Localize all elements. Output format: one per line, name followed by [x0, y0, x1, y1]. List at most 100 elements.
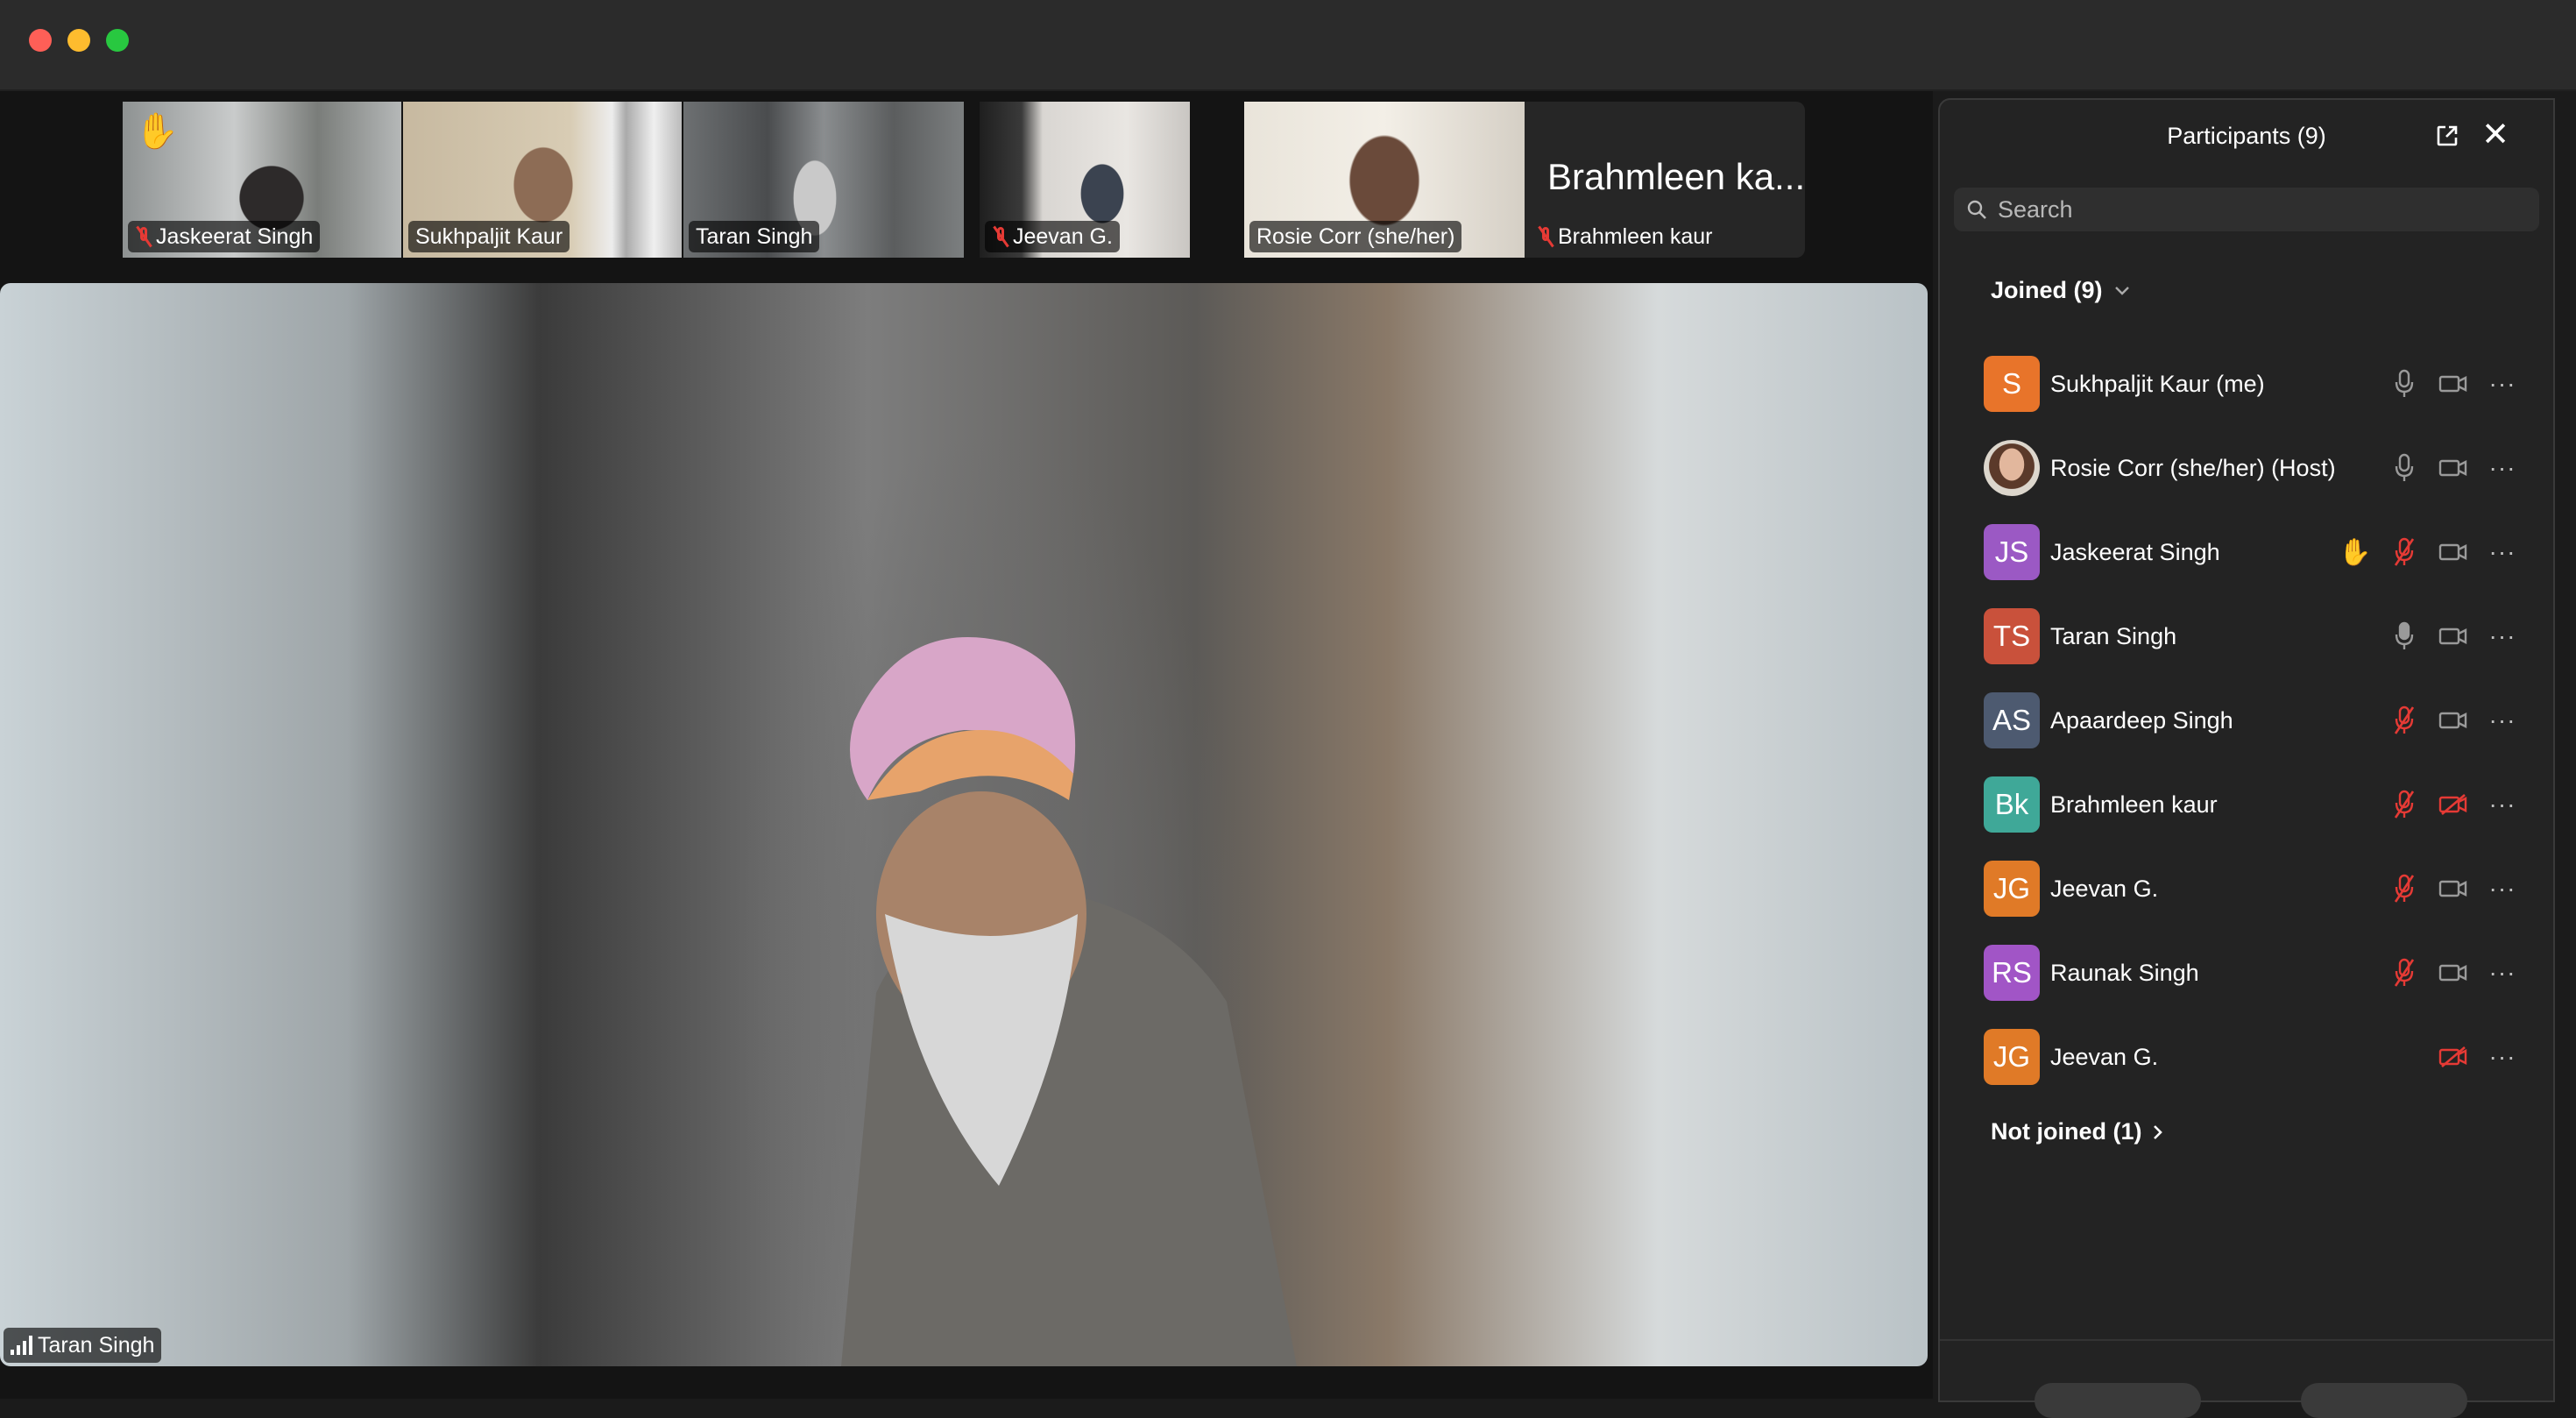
participant-name: Jeevan G.: [1013, 224, 1113, 249]
chevron-right-icon: [2154, 1124, 2163, 1139]
avatar: S: [1984, 356, 2040, 412]
tile-name-label: Taran Singh: [689, 221, 820, 252]
mic-muted-icon[interactable]: [2380, 955, 2429, 990]
thumbnail-tile-active-speaker[interactable]: Taran Singh: [683, 102, 964, 258]
mic-muted-icon[interactable]: [2380, 787, 2429, 822]
video-off-icon[interactable]: [2429, 787, 2478, 822]
participant-row[interactable]: TS Taran Singh ···: [1984, 594, 2527, 678]
participant-row[interactable]: RS Raunak Singh ···: [1984, 931, 2527, 1015]
video-camera-icon[interactable]: [2429, 450, 2478, 486]
microphone-icon[interactable]: [2380, 450, 2429, 486]
close-panel-button[interactable]: ✕: [2481, 118, 2509, 152]
avatar: [1984, 440, 2040, 496]
more-options-icon[interactable]: ···: [2478, 619, 2527, 654]
hand-slot: [2331, 955, 2380, 990]
more-options-icon[interactable]: ···: [2478, 366, 2527, 401]
not-joined-label: Not joined (1): [1991, 1118, 2142, 1145]
panel-title: Participants (9): [2167, 123, 2326, 149]
more-options-icon[interactable]: ···: [2478, 703, 2527, 738]
video-off-icon[interactable]: [2429, 1039, 2478, 1074]
participant-controls: ···: [2331, 1015, 2527, 1099]
participant-controls: ···: [2331, 762, 2527, 847]
minimize-window-button[interactable]: [67, 29, 90, 52]
raised-hand-icon: ✋: [2339, 537, 2372, 567]
panel-footer-divider: [1940, 1339, 2553, 1341]
fullscreen-window-button[interactable]: [106, 29, 129, 52]
participant-name: Sukhpaljit Kaur (me): [2050, 370, 2265, 397]
search-input[interactable]: [1996, 195, 2490, 224]
avatar: JS: [1984, 524, 2040, 580]
participant-controls: ···: [2331, 342, 2527, 426]
video-camera-icon[interactable]: [2429, 871, 2478, 906]
joined-section-toggle[interactable]: Joined (9): [1991, 277, 2131, 304]
more-options-icon[interactable]: ···: [2478, 787, 2527, 822]
participant-row[interactable]: JG Jeevan G. ···: [1984, 1015, 2527, 1099]
more-options-icon[interactable]: ···: [2478, 450, 2527, 486]
participant-display-name: Brahmleen ka...: [1547, 156, 1805, 197]
thumbnail-tile[interactable]: ✋ Jaskeerat Singh: [123, 102, 401, 258]
more-options-icon[interactable]: ···: [2478, 871, 2527, 906]
hand-slot: [2331, 787, 2380, 822]
hand-slot: [2331, 450, 2380, 486]
participant-name: Jaskeerat Singh: [156, 224, 314, 249]
participant-name: Jeevan G.: [2050, 875, 2159, 902]
popout-icon[interactable]: [2436, 124, 2459, 147]
participant-row[interactable]: JG Jeevan G. ···: [1984, 847, 2527, 931]
avatar: AS: [1984, 692, 2040, 748]
participant-row[interactable]: Rosie Corr (she/her) (Host) ···: [1984, 426, 2527, 510]
avatar: JG: [1984, 861, 2040, 917]
tile-name-label: Jeevan G.: [985, 221, 1120, 252]
tile-name-label: Sukhpaljit Kaur: [408, 221, 570, 252]
chevron-down-icon: [2114, 286, 2129, 295]
window-titlebar: [0, 0, 2576, 91]
participant-row[interactable]: Bk Brahmleen kaur ···: [1984, 762, 2527, 847]
mic-slot: [2380, 1039, 2429, 1074]
hand-slot: [2331, 1039, 2380, 1074]
search-icon: [1967, 200, 1986, 219]
not-joined-section-toggle[interactable]: Not joined (1): [1991, 1118, 2164, 1145]
microphone-icon[interactable]: [2380, 619, 2429, 654]
participant-name: Taran Singh: [696, 224, 813, 249]
more-options-icon[interactable]: ···: [2478, 955, 2527, 990]
mic-muted-icon[interactable]: [2380, 871, 2429, 906]
participant-row[interactable]: S Sukhpaljit Kaur (me) ···: [1984, 342, 2527, 426]
thumbnail-tile-no-video[interactable]: Brahmleen ka... Brahmleen kaur: [1525, 102, 1805, 258]
joined-label: Joined (9): [1991, 277, 2103, 303]
avatar: RS: [1984, 945, 2040, 1001]
hand-slot: [2331, 871, 2380, 906]
video-camera-icon[interactable]: [2429, 955, 2478, 990]
tile-gap: [966, 102, 980, 258]
video-camera-icon[interactable]: [2429, 619, 2478, 654]
speaker-name: Taran Singh: [38, 1333, 155, 1358]
thumbnail-tile[interactable]: Rosie Corr (she/her): [1244, 102, 1525, 258]
participant-search[interactable]: [1954, 188, 2539, 231]
footer-button[interactable]: [2035, 1383, 2201, 1418]
mic-muted-icon[interactable]: [2380, 703, 2429, 738]
video-camera-icon[interactable]: [2429, 703, 2478, 738]
footer-button[interactable]: [2301, 1383, 2467, 1418]
participant-name: Raunak Singh: [2050, 959, 2199, 986]
mic-muted-icon[interactable]: [2380, 535, 2429, 570]
close-window-button[interactable]: [29, 29, 52, 52]
participant-controls: ···: [2331, 847, 2527, 931]
speaker-name-label: Taran Singh: [4, 1328, 162, 1363]
thumbnail-strip: ✋ Jaskeerat Singh Sukhpaljit Kaur Taran …: [123, 102, 1805, 259]
microphone-icon[interactable]: [2380, 366, 2429, 401]
participant-controls: ✋ ···: [2331, 510, 2527, 594]
hand-slot: [2331, 619, 2380, 654]
thumbnail-tile[interactable]: Jeevan G.: [980, 102, 1190, 258]
video-camera-icon[interactable]: [2429, 366, 2478, 401]
main-speaker-video[interactable]: Taran Singh: [0, 283, 1928, 1366]
raised-hand-icon: ✋: [135, 112, 179, 151]
hand-slot: [2331, 366, 2380, 401]
video-camera-icon[interactable]: [2429, 535, 2478, 570]
more-options-icon[interactable]: ···: [2478, 1039, 2527, 1074]
tile-name-label: Rosie Corr (she/her): [1249, 221, 1462, 252]
participant-row[interactable]: AS Apaardeep Singh ···: [1984, 678, 2527, 762]
thumbnail-tile[interactable]: Sukhpaljit Kaur: [403, 102, 682, 258]
more-options-icon[interactable]: ···: [2478, 535, 2527, 570]
tile-name-label: Jaskeerat Singh: [128, 221, 321, 252]
participant-row[interactable]: JS Jaskeerat Singh ✋ ···: [1984, 510, 2527, 594]
mic-muted-icon: [135, 225, 152, 248]
avatar: Bk: [1984, 776, 2040, 833]
